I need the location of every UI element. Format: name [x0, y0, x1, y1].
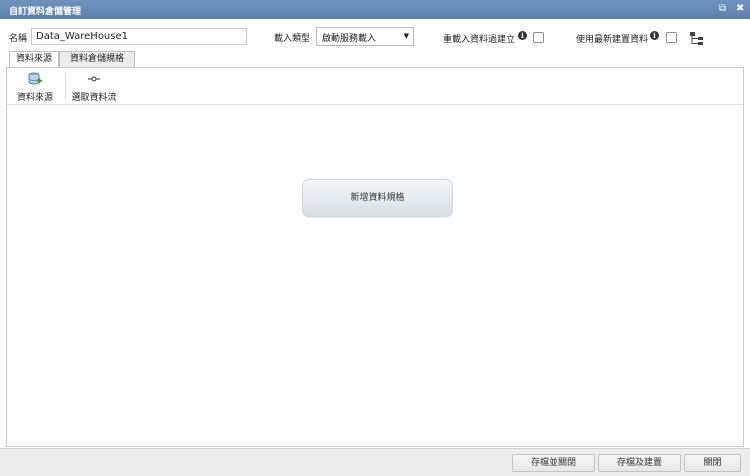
- main-panel: 資料來源 選取資料流 新增資料規格: [6, 67, 744, 447]
- restore-icon[interactable]: ⧉: [719, 3, 726, 14]
- window-titlebar: 自訂資料倉儲管理 ⧉ ✖: [0, 0, 750, 19]
- rebuild-label: 重載入資料過建立: [443, 35, 516, 45]
- add-spec-button[interactable]: 新增資料規格: [302, 179, 453, 217]
- load-type-value: 啟動服務載入: [322, 34, 377, 44]
- tab-datasource[interactable]: 資料來源: [9, 51, 59, 68]
- use-latest-checkbox[interactable]: [666, 32, 677, 43]
- info-icon[interactable]: i: [650, 31, 659, 40]
- flow-connector-icon: [88, 76, 100, 82]
- load-type-select[interactable]: 啟動服務載入 ▼: [316, 27, 414, 46]
- database-add-icon: [28, 72, 42, 85]
- chevron-down-icon: ▼: [403, 32, 409, 40]
- save-and-build-button[interactable]: 存檔及建置: [598, 454, 681, 472]
- select-flow-button[interactable]: 選取資料流: [71, 72, 117, 103]
- datasource-button[interactable]: 資料來源: [15, 72, 55, 103]
- toolbar-divider: [65, 73, 66, 99]
- toolbar: 資料來源 選取資料流: [7, 68, 743, 105]
- rebuild-checkbox[interactable]: [533, 32, 544, 43]
- use-latest-label: 使用最新建置資料: [576, 35, 649, 45]
- close-button[interactable]: 關閉: [684, 454, 741, 472]
- footer-bar: 存檔並關閉 存檔及建置 關閉: [0, 448, 750, 476]
- tree-structure-icon[interactable]: [690, 32, 704, 45]
- save-and-close-button[interactable]: 存檔並關閉: [512, 454, 595, 472]
- name-label: 名稱: [9, 34, 28, 44]
- load-type-label: 載入類型: [274, 34, 311, 44]
- tab-warehouse-spec[interactable]: 資料倉儲規格: [59, 51, 135, 67]
- name-input[interactable]: [31, 28, 247, 45]
- close-icon[interactable]: ✖: [736, 3, 744, 14]
- datasource-button-label: 資料來源: [16, 93, 53, 103]
- select-flow-button-label: 選取資料流: [71, 93, 117, 103]
- window-title: 自訂資料倉儲管理: [9, 7, 82, 17]
- info-icon[interactable]: i: [518, 31, 527, 40]
